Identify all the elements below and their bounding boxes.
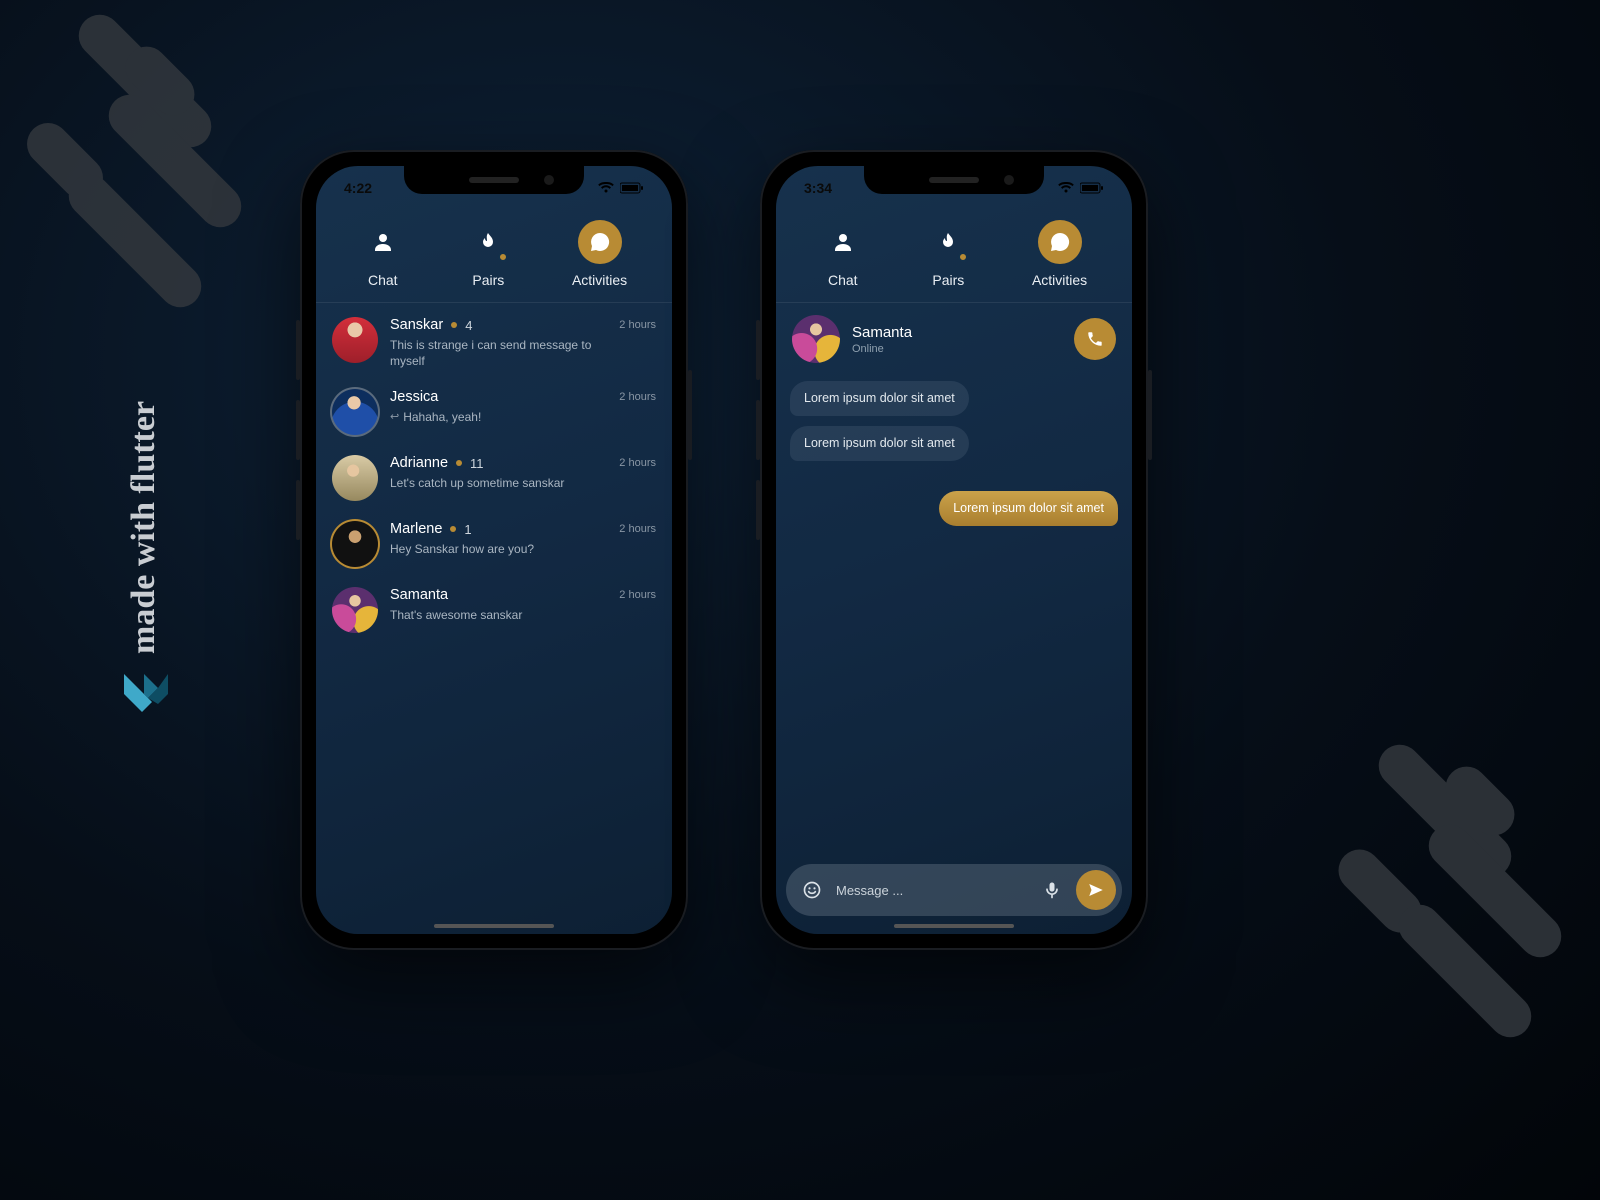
- avatar: [332, 587, 378, 633]
- tab-activities[interactable]: Activities: [1032, 220, 1087, 288]
- chat-list: Sanskar 4 This is strange i can send mes…: [316, 303, 672, 647]
- unread-dot-icon: [450, 526, 456, 532]
- tab-pairs[interactable]: Pairs: [466, 220, 510, 288]
- status-time: 4:22: [344, 180, 372, 196]
- reply-arrow-icon: ↩: [390, 410, 399, 425]
- message-outgoing[interactable]: Lorem ipsum dolor sit amet: [939, 491, 1118, 526]
- chat-row[interactable]: Sanskar 4 This is strange i can send mes…: [332, 307, 656, 379]
- avatar: [332, 389, 378, 435]
- tab-pairs[interactable]: Pairs: [926, 220, 970, 288]
- avatar: [332, 317, 378, 363]
- tab-chat[interactable]: Chat: [821, 220, 865, 288]
- flame-badge-icon: [958, 252, 968, 262]
- chat-timestamp: 2 hours: [619, 389, 656, 403]
- tab-pairs-label: Pairs: [932, 272, 964, 288]
- status-time: 3:34: [804, 180, 832, 196]
- chat-preview: Hahaha, yeah!: [403, 409, 481, 425]
- chat-name: Jessica: [390, 389, 438, 405]
- message-incoming[interactable]: Lorem ipsum dolor sit amet: [790, 381, 969, 416]
- chat-preview: Let's catch up sometime sanskar: [390, 475, 607, 491]
- unread-dot-icon: [451, 322, 457, 328]
- chat-row[interactable]: Marlene 1 Hey Sanskar how are you? 2 hou…: [332, 511, 656, 577]
- phone-chat-list: 4:22 Chat Pairs Activities: [300, 150, 688, 950]
- chat-name: Adrianne: [390, 455, 448, 471]
- chat-timestamp: 2 hours: [619, 521, 656, 535]
- tab-activities-label: Activities: [572, 272, 627, 288]
- chat-row[interactable]: Adrianne 11 Let's catch up sometime sans…: [332, 445, 656, 511]
- emoji-button[interactable]: [798, 876, 826, 904]
- unread-dot-icon: [456, 460, 462, 466]
- avatar: [332, 521, 378, 567]
- chat-preview: That's awesome sanskar: [390, 607, 607, 623]
- decor-slashes-bottom-right: [1320, 770, 1580, 1030]
- tab-pairs-label: Pairs: [472, 272, 504, 288]
- side-label-text: made with flutter: [125, 401, 163, 654]
- chat-name: Samanta: [390, 587, 448, 603]
- message-input[interactable]: Message ...: [836, 883, 1028, 898]
- tab-activities[interactable]: Activities: [572, 220, 627, 288]
- phone-conversation: 3:34 Chat Pairs Activities Sama: [760, 150, 1148, 950]
- chat-preview: This is strange i can send message to my…: [390, 337, 607, 369]
- unread-count: 4: [465, 318, 472, 333]
- battery-icon: [1080, 182, 1104, 194]
- unread-count: 1: [464, 522, 471, 537]
- top-tabs: Chat Pairs Activities: [776, 210, 1132, 303]
- unread-count: 11: [470, 456, 484, 471]
- avatar[interactable]: [792, 315, 840, 363]
- contact-status: Online: [852, 343, 912, 355]
- chat-timestamp: 2 hours: [619, 587, 656, 601]
- microphone-icon: [1042, 880, 1062, 900]
- battery-icon: [620, 182, 644, 194]
- decor-slashes-top-left: [50, 20, 310, 280]
- voice-button[interactable]: [1038, 876, 1066, 904]
- avatar: [332, 455, 378, 501]
- chat-name: Marlene: [390, 521, 442, 537]
- top-tabs: Chat Pairs Activities: [316, 210, 672, 303]
- wifi-icon: [1058, 182, 1074, 194]
- chat-row[interactable]: Jessica ↩ Hahaha, yeah! 2 hours: [332, 379, 656, 445]
- home-indicator: [894, 924, 1014, 928]
- device-notch: [864, 166, 1044, 194]
- emoji-icon: [802, 880, 822, 900]
- chat-timestamp: 2 hours: [619, 455, 656, 469]
- message-list: Lorem ipsum dolor sit amet Lorem ipsum d…: [776, 375, 1132, 532]
- phone-icon: [1086, 330, 1104, 348]
- conversation-header: Samanta Online: [776, 303, 1132, 375]
- flutter-logo-icon: [120, 672, 168, 720]
- chat-preview: Hey Sanskar how are you?: [390, 541, 607, 557]
- tab-chat[interactable]: Chat: [361, 220, 405, 288]
- flame-badge-icon: [498, 252, 508, 262]
- message-incoming[interactable]: Lorem ipsum dolor sit amet: [790, 426, 969, 461]
- send-button[interactable]: [1076, 870, 1116, 910]
- wifi-icon: [598, 182, 614, 194]
- chat-name: Sanskar: [390, 317, 443, 333]
- tab-activities-label: Activities: [1032, 272, 1087, 288]
- device-notch: [404, 166, 584, 194]
- tab-chat-label: Chat: [368, 272, 398, 288]
- tab-chat-label: Chat: [828, 272, 858, 288]
- home-indicator: [434, 924, 554, 928]
- call-button[interactable]: [1074, 318, 1116, 360]
- made-with-flutter-label: made with flutter: [120, 401, 168, 720]
- chat-timestamp: 2 hours: [619, 317, 656, 331]
- contact-name: Samanta: [852, 324, 912, 341]
- message-composer: Message ...: [786, 864, 1122, 916]
- send-icon: [1087, 881, 1105, 899]
- chat-row[interactable]: Samanta That's awesome sanskar 2 hours: [332, 577, 656, 643]
